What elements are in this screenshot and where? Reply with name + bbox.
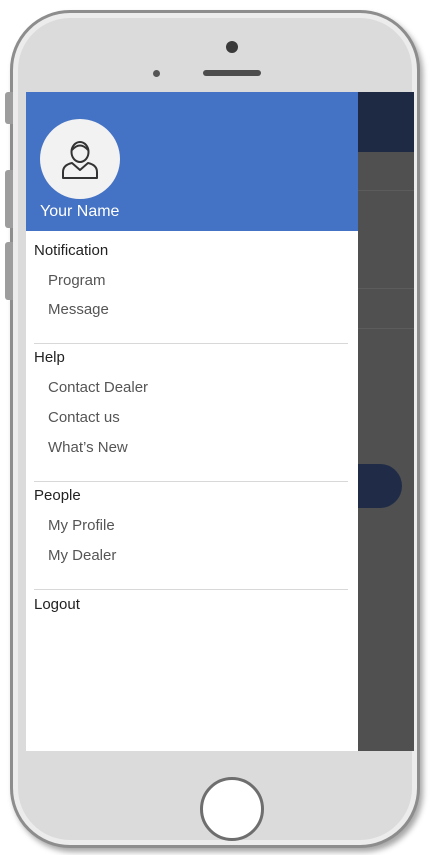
menu-item-contact-us[interactable]: Contact us xyxy=(48,409,120,426)
user-icon xyxy=(62,141,98,179)
menu-item-message[interactable]: Message xyxy=(48,301,109,318)
menu-item-contact-dealer[interactable]: Contact Dealer xyxy=(48,379,148,396)
divider xyxy=(34,589,348,590)
earpiece-speaker xyxy=(203,70,261,76)
logout-button[interactable]: Logout xyxy=(34,596,80,613)
divider xyxy=(34,481,348,482)
section-title-people: People xyxy=(34,487,81,504)
drawer-header: Your Name xyxy=(26,92,358,231)
user-name: Your Name xyxy=(40,203,120,220)
avatar[interactable] xyxy=(40,119,120,199)
home-button[interactable] xyxy=(200,777,264,841)
menu-item-whats-new[interactable]: What’s New xyxy=(48,439,128,456)
divider xyxy=(34,343,348,344)
navigation-drawer: Your Name Notification Program Message H… xyxy=(26,92,358,751)
section-title-help: Help xyxy=(34,349,65,366)
volume-down-button xyxy=(5,242,13,300)
proximity-sensor xyxy=(153,70,160,77)
menu-item-my-dealer[interactable]: My Dealer xyxy=(48,547,116,564)
section-title-notification: Notification xyxy=(34,242,109,259)
menu-item-program[interactable]: Program xyxy=(48,272,106,289)
screen: Your Name Notification Program Message H… xyxy=(26,92,414,751)
front-camera xyxy=(226,41,238,53)
mute-switch xyxy=(5,92,13,124)
menu-item-my-profile[interactable]: My Profile xyxy=(48,517,115,534)
volume-up-button xyxy=(5,170,13,228)
